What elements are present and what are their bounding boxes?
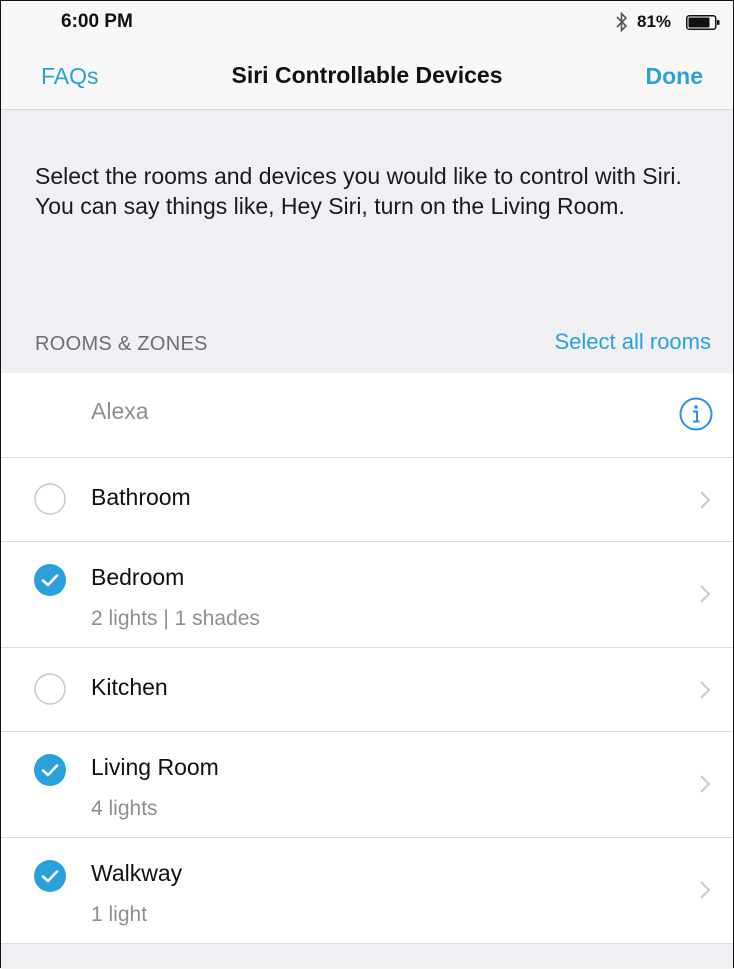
instructions-text: Select the rooms and devices you would l… (35, 163, 682, 219)
checked-circle-icon[interactable] (34, 564, 66, 596)
room-name: Bathroom (91, 484, 191, 510)
list-item-living-room[interactable]: Living Room 4 lights (1, 732, 733, 838)
alexa-label: Alexa (91, 398, 149, 424)
rooms-list: Alexa Bathroom Bedroom 2 lights | 1 shad… (1, 373, 733, 944)
battery-percentage: 81% (637, 12, 672, 31)
chevron-right-icon (700, 681, 711, 699)
room-devices-summary: 2 lights | 1 shades (91, 607, 260, 630)
checked-circle-icon[interactable] (34, 754, 66, 786)
chevron-right-icon (700, 775, 711, 793)
list-item-walkway[interactable]: Walkway 1 light (1, 838, 733, 944)
chevron-right-icon (700, 491, 711, 509)
navigation-bar: FAQs Siri Controllable Devices Done (1, 43, 733, 110)
list-item-bedroom[interactable]: Bedroom 2 lights | 1 shades (1, 542, 733, 648)
room-name: Kitchen (91, 674, 168, 700)
list-item-kitchen[interactable]: Kitchen (1, 648, 733, 732)
room-devices-summary: 4 lights (91, 797, 158, 820)
info-icon[interactable] (679, 397, 713, 431)
room-name: Bedroom (91, 564, 185, 590)
select-all-rooms-link[interactable]: Select all rooms (554, 329, 711, 355)
room-devices-summary: 1 light (91, 903, 148, 926)
chevron-right-icon (700, 881, 711, 899)
status-bar: 6:00 PM 81% (1, 1, 733, 43)
bluetooth-icon (616, 11, 628, 33)
list-item-bathroom[interactable]: Bathroom (1, 458, 733, 542)
chevron-right-icon (700, 585, 711, 603)
status-time: 6:00 PM (61, 11, 133, 32)
room-name: Living Room (91, 754, 219, 780)
page-title: Siri Controllable Devices (231, 62, 503, 88)
unchecked-circle-icon[interactable] (34, 673, 66, 705)
section-header-rooms: ROOMS & ZONES (35, 333, 208, 355)
battery-icon (686, 15, 720, 30)
done-button[interactable]: Done (646, 63, 704, 90)
list-item-alexa[interactable]: Alexa (1, 373, 733, 458)
app-screen: 6:00 PM 81% FAQs Siri Controllable Devic… (0, 0, 734, 968)
checked-circle-icon[interactable] (34, 860, 66, 892)
unchecked-circle-icon[interactable] (34, 483, 66, 515)
room-name: Walkway (91, 860, 183, 886)
